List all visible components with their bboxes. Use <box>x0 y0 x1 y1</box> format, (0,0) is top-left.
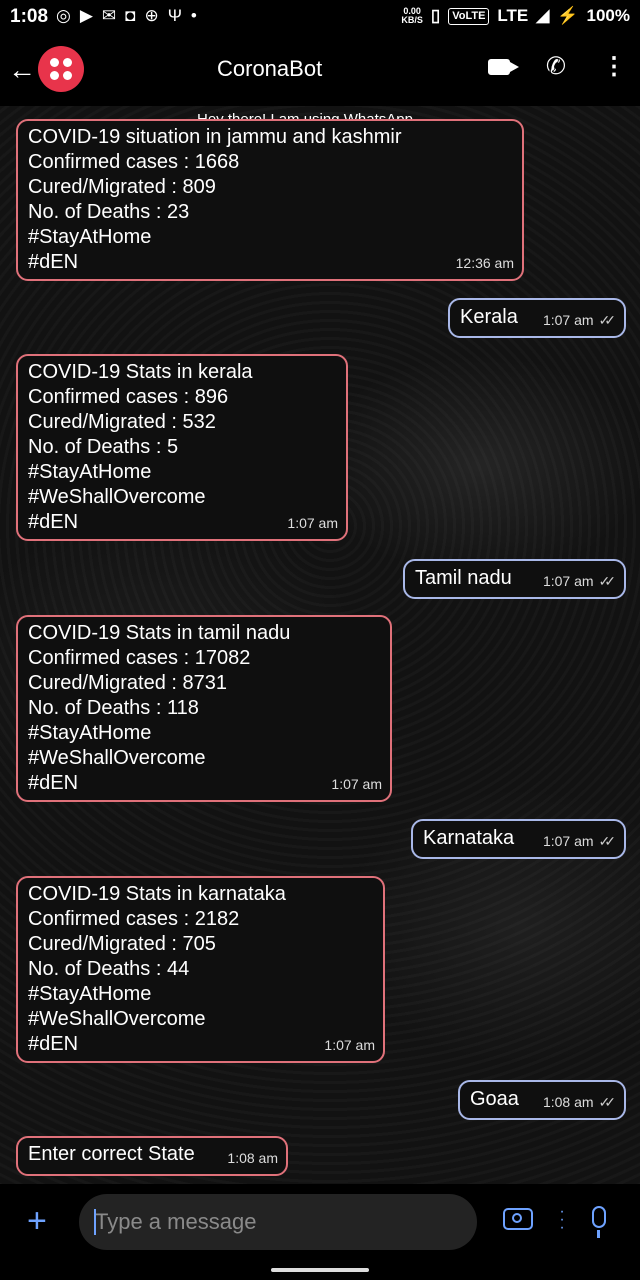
message-text: No. of Deaths : 118 <box>28 697 199 719</box>
message-time: 12:36 am <box>455 255 514 271</box>
message-text: Confirmed cases : 17082 <box>28 647 251 669</box>
message-text: #dEN <box>28 1033 79 1055</box>
notification-icons: ◎ ▶ ✉ ◘ ⊕ Ψ • <box>56 6 197 26</box>
composer-bar: + Type a message · · · <box>0 1184 640 1280</box>
incoming-message[interactable]: COVID-19 Stats in tamil nadu Confirmed ca… <box>16 615 392 802</box>
instagram-icon: ◘ <box>125 6 136 25</box>
network-type: LTE <box>497 6 529 25</box>
message-text: Confirmed cases : 896 <box>28 386 229 408</box>
incoming-message[interactable]: COVID-19 situation in jammu and kashmir C… <box>16 119 524 281</box>
youtube-icon: ▶ <box>79 6 93 25</box>
outgoing-message[interactable]: Kerala 1:07 am ✓✓ <box>448 298 626 338</box>
home-indicator[interactable] <box>271 1268 369 1272</box>
avatar[interactable] <box>38 46 84 92</box>
message-text: Cured/Migrated : 705 <box>28 933 216 955</box>
message-meta: 1:08 am ✓✓ <box>543 1090 616 1115</box>
battery-level: 100% <box>586 6 630 25</box>
chat-title[interactable]: CoronaBot <box>217 56 322 82</box>
message-text: Cured/Migrated : 809 <box>28 176 216 198</box>
message-text: #WeShallOvercome <box>28 486 206 508</box>
message-meta: 1:07 am ✓✓ <box>543 569 616 594</box>
double-check-icon: ✓✓ <box>598 1094 617 1110</box>
incoming-message[interactable]: COVID-19 Stats in kerala Confirmed cases … <box>16 354 348 541</box>
text-cursor <box>94 1209 96 1235</box>
message-meta: 1:07 am <box>287 511 338 536</box>
message-text: #dEN <box>28 251 79 273</box>
message-text: #WeShallOvercome <box>28 1008 206 1030</box>
dot-icon: • <box>190 6 197 25</box>
message-text: COVID-19 situation in jammu and kashmir <box>28 126 402 148</box>
outgoing-message[interactable]: Karnataka 1:07 am ✓✓ <box>411 819 626 859</box>
incoming-message[interactable]: COVID-19 Stats in karnataka Confirmed cas… <box>16 876 385 1063</box>
charging-icon: ⚡ <box>557 6 579 25</box>
double-check-icon: ✓✓ <box>598 573 617 589</box>
message-text: Confirmed cases : 2182 <box>28 908 240 930</box>
message-meta: 12:36 am <box>456 251 514 276</box>
more-options-icon[interactable]: ⋮ <box>602 54 626 79</box>
message-meta: 1:07 am <box>331 772 382 797</box>
data-speed-unit: KB/S <box>401 15 423 25</box>
signal-icon: ◢ <box>536 6 550 25</box>
back-arrow-icon[interactable]: ← <box>8 54 36 86</box>
message-text: #StayAtHome <box>28 983 152 1005</box>
message-input[interactable]: Type a message <box>79 1194 477 1250</box>
chat-area[interactable]: Hey there! I am using WhatsApp. COVID-19… <box>0 106 640 1184</box>
outgoing-message[interactable]: Goaa 1:08 am ✓✓ <box>458 1080 626 1120</box>
message-meta: 1:08 am <box>227 1146 278 1171</box>
message-time: 1:07 am <box>542 833 594 849</box>
chrome-icon: ◎ <box>56 6 71 25</box>
double-check-icon: ✓✓ <box>598 312 617 328</box>
plus-circle-icon: ⊕ <box>144 6 159 25</box>
message-time: 1:08 am <box>542 1094 594 1110</box>
camera-icon[interactable] <box>503 1208 533 1230</box>
message-text: No. of Deaths : 23 <box>28 201 190 223</box>
message-text: Cured/Migrated : 8731 <box>28 672 228 694</box>
message-text: COVID-19 Stats in karnataka <box>28 883 286 905</box>
outgoing-message[interactable]: Tamil nadu 1:07 am ✓✓ <box>403 559 626 599</box>
volte-badge: VoLTE <box>448 7 490 25</box>
double-check-icon: ✓✓ <box>598 833 617 849</box>
message-time: 1:07 am <box>542 312 594 328</box>
message-text: #StayAtHome <box>28 722 152 744</box>
usb-icon: Ψ <box>167 6 182 25</box>
message-text: #WeShallOvercome <box>28 747 206 769</box>
message-text: #StayAtHome <box>28 461 152 483</box>
message-time: 1:07 am <box>287 515 338 531</box>
microphone-icon[interactable] <box>592 1206 606 1238</box>
message-meta: 1:07 am ✓✓ <box>543 308 616 333</box>
video-call-icon[interactable] <box>487 58 519 75</box>
status-time: 1:08 <box>10 6 49 27</box>
phone-call-icon[interactable]: ✆ <box>546 52 566 81</box>
chat-header: ← CoronaBot ✆ ⋮ <box>0 34 640 106</box>
message-text: Confirmed cases : 1668 <box>28 151 240 173</box>
message-meta: 1:07 am ✓✓ <box>543 829 616 854</box>
gmail-icon: ✉ <box>101 6 117 25</box>
message-text: #dEN <box>28 772 79 794</box>
message-text: No. of Deaths : 5 <box>28 436 179 458</box>
more-icon[interactable]: · · · <box>559 1204 565 1236</box>
message-time: 1:08 am <box>227 1150 278 1166</box>
message-text: #StayAtHome <box>28 226 152 248</box>
message-placeholder: Type a message <box>95 1209 257 1234</box>
vibrate-icon: ▯ <box>430 6 441 25</box>
message-text: Cured/Migrated : 532 <box>28 411 216 433</box>
message-time: 1:07 am <box>542 573 594 589</box>
message-text: COVID-19 Stats in tamil nadu <box>28 622 291 644</box>
header-actions: ✆ ⋮ <box>487 52 626 81</box>
status-bar: 1:08 ◎ ▶ ✉ ◘ ⊕ Ψ • 0.00 KB/S ▯ VoLTE LTE… <box>0 0 640 34</box>
attach-plus-icon[interactable]: + <box>27 1204 47 1238</box>
message-text: COVID-19 Stats in kerala <box>28 361 253 383</box>
data-speed: 0.00 KB/S <box>401 7 423 25</box>
message-time: 1:07 am <box>331 776 382 792</box>
message-text: No. of Deaths : 44 <box>28 958 190 980</box>
incoming-message[interactable]: Enter correct State 1:08 am <box>16 1136 288 1176</box>
message-meta: 1:07 am <box>324 1033 375 1058</box>
message-time: 1:07 am <box>324 1037 375 1053</box>
system-icons: 0.00 KB/S ▯ VoLTE LTE ◢ ⚡ 100% <box>401 6 630 26</box>
